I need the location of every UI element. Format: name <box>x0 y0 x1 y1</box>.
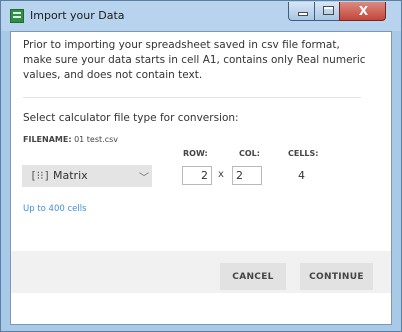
minimize-button[interactable] <box>288 2 315 21</box>
col-count-input[interactable] <box>232 166 262 185</box>
file-type-select[interactable]: [⁝⁝] Matrix ﹀ <box>22 165 152 187</box>
cancel-button[interactable]: CANCEL <box>220 263 286 290</box>
chevron-down-icon: ﹀ <box>139 173 149 184</box>
filename-value: 01 test.csv <box>74 135 118 144</box>
minimize-icon <box>298 12 308 16</box>
cell-limit-link[interactable]: Up to 400 cells <box>23 204 87 214</box>
cells-count: 4 <box>298 169 305 182</box>
times-sign: x <box>218 169 224 180</box>
select-type-label: Select calculator file type for conversi… <box>23 112 239 124</box>
close-icon: X <box>358 4 369 18</box>
row-header: ROW: <box>183 149 208 158</box>
dialog-window: Import your Data X Prior to importing yo… <box>0 0 402 332</box>
window-title: Import your Data <box>30 9 125 22</box>
instructions-text: Prior to importing your spreadsheet save… <box>23 39 366 81</box>
maximize-icon <box>323 6 334 15</box>
col-header: COL: <box>239 149 260 158</box>
close-button[interactable]: X <box>339 2 386 21</box>
matrix-icon: [⁝⁝] <box>30 169 51 182</box>
filename-label: FILENAME: <box>23 135 72 144</box>
title-bar[interactable]: Import your Data X <box>1 1 401 31</box>
filename-line: FILENAME: 01 test.csv <box>23 135 118 144</box>
divider <box>23 97 361 98</box>
app-icon <box>10 9 24 23</box>
row-count-input[interactable] <box>182 166 212 185</box>
maximize-button[interactable] <box>314 2 340 21</box>
file-type-value: Matrix <box>53 169 88 182</box>
cells-header: CELLS: <box>288 149 319 158</box>
continue-button[interactable]: CONTINUE <box>300 263 373 290</box>
